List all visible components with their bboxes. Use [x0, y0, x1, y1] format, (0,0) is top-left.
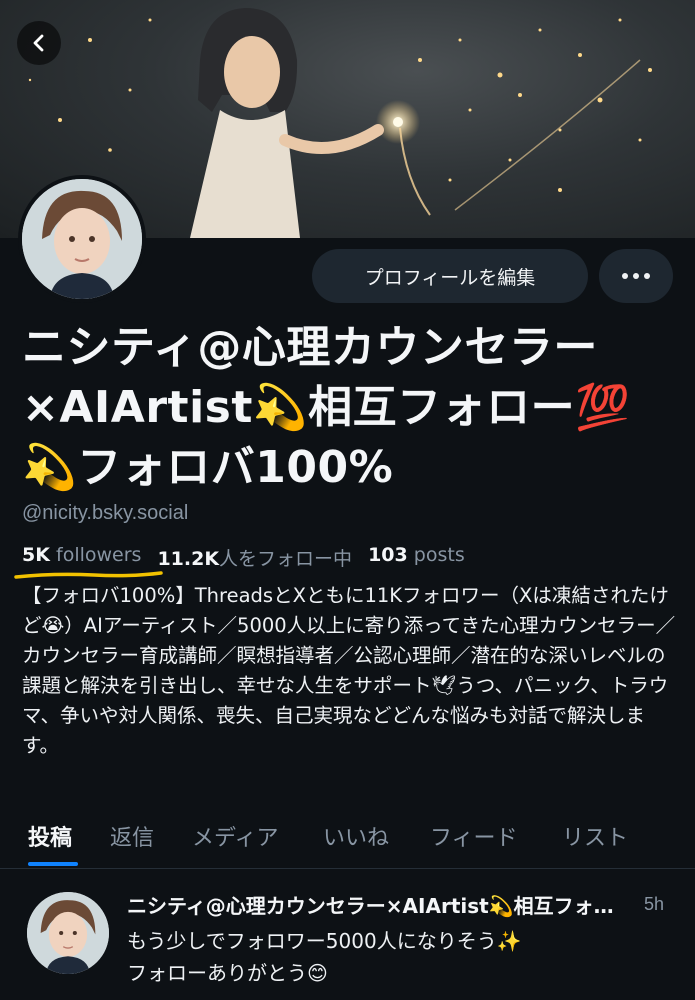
followers-highlight-underline — [14, 571, 163, 579]
tab-feeds[interactable]: フィード — [430, 820, 518, 852]
tab-media[interactable]: メディア — [192, 820, 278, 852]
profile-stats: 5K followers 11.2K人をフォロー中 103 posts — [22, 544, 481, 571]
tab-likes[interactable]: いいね — [323, 820, 389, 852]
post-text: もう少しでフォロワー5000人になりそう✨ フォローありがとう😊 — [127, 929, 522, 985]
avatar — [27, 892, 109, 974]
profile-tabs: 投稿 返信 メディア いいね フィード リスト — [0, 808, 695, 868]
more-options-button[interactable] — [599, 249, 673, 303]
tab-replies[interactable]: 返信 — [110, 820, 154, 852]
back-arrow-icon — [33, 34, 44, 52]
tabs-divider — [0, 868, 695, 869]
following-count: 11.2K — [157, 548, 220, 570]
feed-post[interactable]: ニシティ@心理カウンセラー×AIArtist💫相互フォロー💯💫フォロバ100% … — [0, 870, 695, 1000]
post-author-avatar[interactable] — [27, 892, 109, 974]
back-button[interactable] — [17, 21, 61, 65]
more-dots-icon — [622, 273, 628, 279]
post-timestamp: 5h — [644, 894, 665, 914]
more-dots-icon — [633, 273, 639, 279]
posts-stat: 103 posts — [368, 544, 465, 571]
edit-profile-button[interactable]: プロフィールを編集 — [312, 249, 588, 303]
avatar — [22, 179, 142, 299]
profile-bio: 【フォロバ100%】ThreadsとXともに11Kフォロワー（Xは凍結されたけど… — [22, 584, 676, 757]
posts-label: posts — [413, 544, 465, 566]
post-author-name[interactable]: ニシティ@心理カウンセラー×AIArtist💫相互フォロー💯💫フォロバ100% — [127, 890, 627, 919]
edit-profile-label: プロフィールを編集 — [364, 266, 536, 289]
profile-handle: @nicity.bsky.social — [22, 502, 189, 524]
followers-count: 5K — [22, 544, 50, 566]
profile-avatar[interactable] — [18, 175, 146, 303]
active-tab-indicator — [28, 862, 78, 866]
posts-count: 103 — [368, 544, 408, 566]
more-dots-icon — [644, 273, 650, 279]
tab-posts[interactable]: 投稿 — [28, 820, 72, 852]
following-stat[interactable]: 11.2K人をフォロー中 — [157, 544, 352, 571]
tab-lists[interactable]: リスト — [562, 820, 628, 852]
following-label: 人をフォロー中 — [219, 548, 353, 570]
followers-label: followers — [56, 544, 142, 566]
display-name: ニシティ@心理カウンセラー×AIArtist💫相互フォロー💯💫フォロバ100% — [22, 322, 631, 493]
followers-stat[interactable]: 5K followers — [22, 544, 141, 571]
